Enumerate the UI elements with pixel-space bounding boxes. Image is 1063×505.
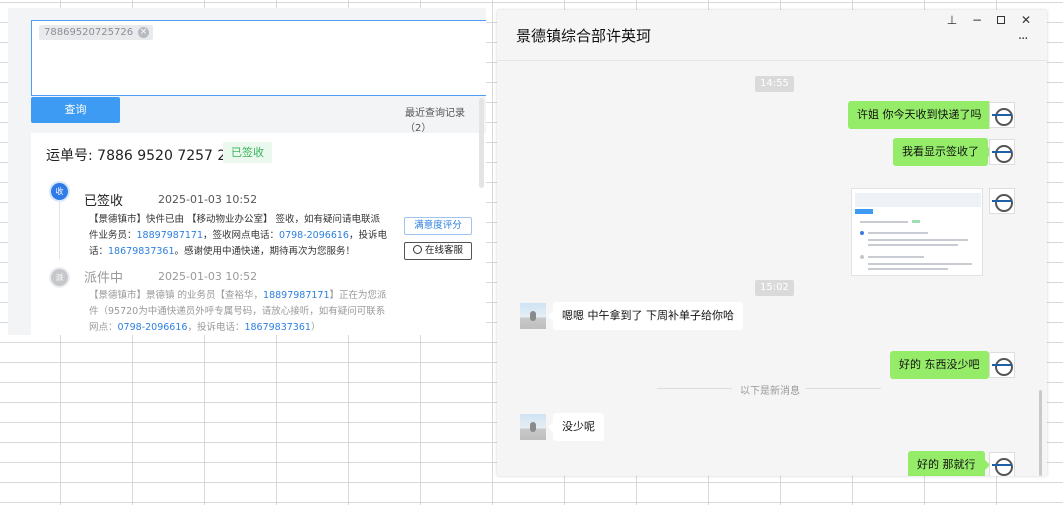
delivery-node-icon: 派 bbox=[51, 269, 68, 286]
chat-window: 景德镇综合部许英珂 ⊥ − ✕ ··· 14:55 许姐 你今天收到快递了吗 我… bbox=[497, 10, 1047, 476]
tracking-number-tag-text: 78869520725726 bbox=[44, 27, 134, 38]
time-label: 14:55 bbox=[755, 76, 794, 92]
maximize-icon[interactable] bbox=[993, 12, 1009, 28]
event-desc-text: ，签收网点电话： bbox=[203, 230, 280, 241]
tracking-result-card: 运单号: 7886 9520 7257 26 已签收 收 已签收 2025-01… bbox=[31, 133, 486, 335]
recent-queries-link[interactable]: 最近查询记录（2） bbox=[405, 104, 486, 134]
tracking-number-input[interactable]: 78869520725726 × bbox=[31, 20, 486, 96]
complaint-phone-link[interactable]: 18679837361 bbox=[108, 246, 175, 257]
branch-phone-link[interactable]: 0798-2096616 bbox=[118, 322, 188, 333]
contact-avatar[interactable] bbox=[520, 303, 546, 329]
message-bubble-them[interactable]: 嗯嗯 中午拿到了 下周补单子给你哈 bbox=[548, 302, 743, 330]
branch-phone-link[interactable]: 0798-2096616 bbox=[279, 230, 349, 241]
query-button[interactable]: 查询 bbox=[31, 97, 120, 123]
satisfaction-rating-button[interactable]: 满意度评分 bbox=[404, 217, 472, 235]
event-desc-text: ） bbox=[310, 322, 321, 333]
new-messages-divider: 以下是新消息 bbox=[740, 386, 800, 397]
online-service-label: 在线客服 bbox=[424, 245, 463, 256]
chat-title: 景德镇综合部许英珂 bbox=[516, 27, 652, 45]
tag-close-icon[interactable]: × bbox=[138, 27, 150, 38]
event-description: 【景德镇市】景德镇 的业务员【查裕华，18897987171】正在为您派件（95… bbox=[89, 288, 389, 335]
courier-phone-link[interactable]: 18897987171 bbox=[263, 290, 330, 301]
panel-scrollbar[interactable] bbox=[479, 98, 484, 188]
close-icon[interactable]: ✕ bbox=[1018, 12, 1034, 28]
divider-line-right bbox=[806, 388, 881, 389]
my-avatar[interactable] bbox=[989, 452, 1015, 476]
timeline-line bbox=[59, 199, 60, 259]
complaint-phone-link[interactable]: 18679837361 bbox=[244, 322, 311, 333]
my-avatar[interactable] bbox=[989, 139, 1015, 165]
chat-header: 景德镇综合部许英珂 ⊥ − ✕ ··· bbox=[497, 10, 1047, 61]
event-desc-text: 【景德镇市】景德镇 的业务员【查裕华， bbox=[89, 290, 264, 301]
signed-node-icon: 收 bbox=[51, 183, 68, 200]
message-bubble-me[interactable]: 好的 那就行 bbox=[908, 451, 989, 476]
contact-avatar[interactable] bbox=[520, 414, 546, 440]
event-time: 2025-01-03 10:52 bbox=[158, 270, 258, 283]
minimize-icon[interactable]: − bbox=[969, 12, 985, 28]
event-desc-text: 。感谢使用中通快递，期待再次为您服务！ bbox=[174, 246, 356, 257]
message-bubble-me[interactable]: 我看显示签收了 bbox=[893, 138, 993, 166]
screenshot-image-message[interactable] bbox=[851, 188, 983, 276]
my-avatar[interactable] bbox=[989, 352, 1015, 378]
courier-phone-link[interactable]: 18897987171 bbox=[137, 230, 204, 241]
chat-bubble-icon bbox=[412, 245, 422, 254]
event-description: 【景德镇市】快件已由 【移动物业办公室】 签收，如有疑问请电联派件业务员：188… bbox=[89, 212, 389, 260]
event-time: 2025-01-03 10:52 bbox=[158, 193, 258, 206]
message-bubble-me[interactable]: 许姐 你今天收到快递了吗 bbox=[848, 101, 995, 129]
pin-icon[interactable]: ⊥ bbox=[944, 12, 960, 28]
status-badge: 已签收 bbox=[223, 142, 272, 163]
event-desc-text: ，投诉电话： bbox=[187, 322, 245, 333]
my-avatar[interactable] bbox=[989, 188, 1015, 214]
event-title: 已签收 bbox=[84, 194, 124, 209]
waybill-number: 运单号: 7886 9520 7257 26 bbox=[46, 148, 236, 164]
tracking-panel: 78869520725726 × 查询 最近查询记录（2） 运单号: 7886 … bbox=[8, 8, 486, 335]
message-bubble-me[interactable]: 好的 东西没少吧 bbox=[890, 351, 993, 379]
message-bubble-them[interactable]: 没少呢 bbox=[548, 413, 604, 441]
time-label: 15:02 bbox=[755, 280, 794, 296]
my-avatar[interactable] bbox=[989, 102, 1015, 128]
event-title: 派件中 bbox=[84, 271, 124, 286]
tracking-number-tag: 78869520725726 × bbox=[39, 25, 154, 40]
divider-line-left bbox=[657, 388, 732, 389]
chat-messages: 14:55 许姐 你今天收到快递了吗 我看显示签收了 15:02 嗯嗯 中午拿到… bbox=[497, 62, 1035, 476]
online-service-button[interactable]: 在线客服 bbox=[404, 242, 472, 260]
more-options-icon[interactable]: ··· bbox=[1018, 32, 1028, 47]
chat-scrollbar[interactable] bbox=[1039, 390, 1042, 476]
